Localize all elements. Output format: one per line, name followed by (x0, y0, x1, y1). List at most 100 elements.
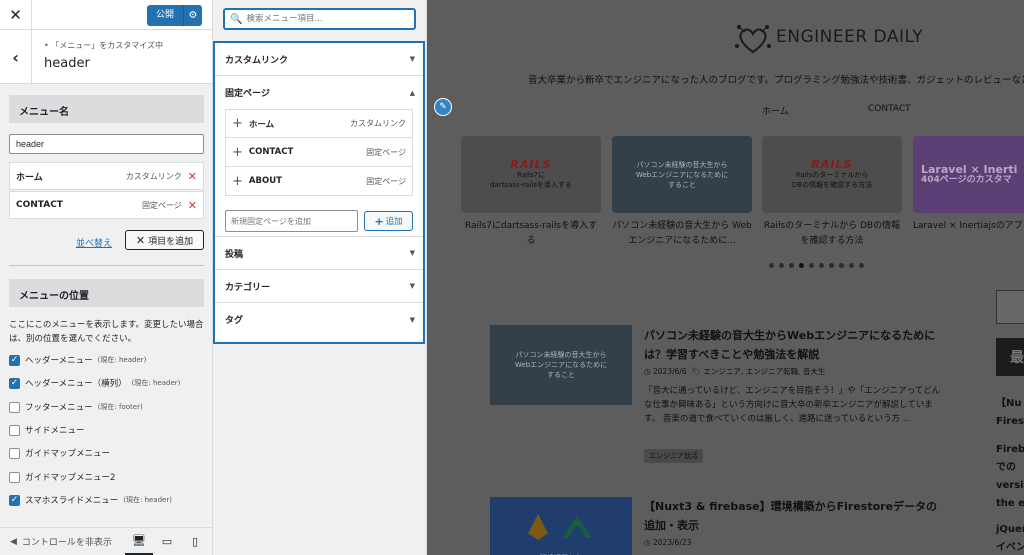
tag-icon: 🏷 (691, 367, 701, 376)
publish-label[interactable]: 公開 (147, 5, 184, 26)
checkbox[interactable] (9, 401, 20, 413)
sidebar-text[interactable]: 【Nu (996, 394, 1022, 413)
accordion-tags[interactable]: タグ ▼ (215, 303, 423, 336)
card-caption[interactable]: Railsのターミナルから DBの情報を確認する方法 (762, 219, 902, 249)
page-item-about[interactable]: + ABOUT 固定ページ (225, 167, 413, 196)
carousel-card[interactable]: Laravel × Inerti 404ページのカスタマ Laravel × I… (913, 136, 1024, 234)
chevron-down-icon: ▼ (409, 55, 415, 63)
add-item-button[interactable]: ✕ 項目を追加 (125, 230, 204, 250)
search-icon: 🔍 (230, 13, 243, 25)
carousel-dot[interactable] (839, 263, 844, 268)
search-input[interactable] (246, 14, 412, 24)
thumb-text: 404ページのカスタマ (921, 174, 1012, 185)
carousel-card[interactable]: パソコン未経験の音大生から Webエンジニアになるために すること パソコン未経… (612, 136, 752, 249)
desktop-preview-button[interactable]: 🖥 (125, 528, 153, 555)
location-guide-map-menu-2[interactable]: ガイドマップメニュー2 (9, 471, 115, 483)
carousel-card[interactable]: RAILS Rails7に dartsass-railsを導入する Rails7… (461, 136, 601, 249)
post-thumbnail[interactable]: パソコン未経験の音大生から Webエンジニアになるために すること (490, 325, 632, 405)
thumb-text: パソコン未経験の音大生から Webエンジニアになるために すること (635, 160, 729, 189)
chevron-down-icon: ▼ (409, 315, 415, 324)
carousel-dot[interactable] (859, 263, 864, 268)
location-description: ここにこのメニューを表示します。変更したい場合は、別の位置を選んでください。 (9, 320, 204, 344)
checkbox-checked[interactable]: ✓ (9, 377, 20, 389)
location-header-menu[interactable]: ✓ ヘッダーメニュー (現在: header) (9, 354, 146, 366)
sidebar-text[interactable]: イベン (996, 538, 1024, 555)
sidebar-text[interactable]: the e (996, 494, 1024, 513)
card-caption[interactable]: Rails7にdartsass-railsを導入する (461, 219, 601, 249)
page-item-name: CONTACT (248, 147, 294, 157)
gear-icon[interactable]: ⚙ (184, 10, 202, 21)
chevron-left-icon[interactable]: ‹ (12, 48, 19, 67)
publish-button[interactable]: 公開 ⚙ (147, 5, 202, 26)
checkbox-checked[interactable]: ✓ (9, 494, 20, 506)
checkbox[interactable] (9, 424, 20, 436)
new-page-input[interactable] (225, 210, 359, 232)
carousel-dot-active[interactable] (799, 263, 804, 268)
carousel-dot[interactable] (789, 263, 794, 268)
remove-icon[interactable]: ✕ (188, 199, 197, 212)
site-title[interactable]: ENGINEER DAILY (776, 27, 923, 47)
tablet-icon: ▭ (161, 535, 173, 548)
location-label: スマホスライドメニュー (25, 496, 119, 506)
nav-link-home[interactable]: ホーム (762, 104, 789, 117)
page-item-name: ABOUT (248, 176, 282, 186)
location-current: (現在: header) (97, 356, 147, 364)
location-guide-map-menu[interactable]: ガイドマップメニュー (9, 447, 110, 459)
search-box[interactable]: 🔍 (223, 8, 416, 30)
menu-item-home[interactable]: ホーム カスタムリンク ✕ (9, 162, 204, 190)
page-item-contact[interactable]: + CONTACT 固定ページ (225, 138, 413, 167)
accordion-pages[interactable]: 固定ページ ▲ (215, 76, 423, 109)
collapse-label: コントロールを非表示 (21, 538, 112, 548)
carousel-dot[interactable] (819, 263, 824, 268)
post-title[interactable]: 【Nuxt3 & firebase】環境構築からFirestoreデータの追加・… (644, 497, 946, 535)
page-item-home[interactable]: + ホーム カスタムリンク (225, 109, 413, 138)
thumb-text: Rails7に dartsass-railsを導入する (490, 170, 572, 189)
sidebar-text[interactable]: での (996, 458, 1016, 477)
mobile-preview-button[interactable]: ▯ (181, 528, 209, 555)
accordion-custom-link[interactable]: カスタムリンク ▼ (215, 43, 423, 76)
checkbox[interactable] (9, 471, 20, 483)
edit-shortcut-pencil-icon[interactable]: ✎ (434, 98, 452, 116)
reorder-link[interactable]: 並べ替え (76, 236, 112, 249)
remove-icon[interactable]: ✕ (188, 170, 197, 183)
sidebar-text[interactable]: versi (996, 476, 1024, 495)
tablet-preview-button[interactable]: ▭ (153, 528, 181, 555)
location-label: フッターメニュー (25, 403, 93, 413)
nav-link-contact[interactable]: CONTACT (868, 104, 911, 114)
back-button[interactable]: ‹ (0, 30, 32, 84)
carousel-dot[interactable] (779, 263, 784, 268)
carousel-dot[interactable] (849, 263, 854, 268)
breadcrumb-text: 「メニュー」をカスタマイズ中 (51, 41, 164, 50)
location-smartphone-slide-menu[interactable]: ✓ スマホスライドメニュー (現在: header) (9, 494, 172, 506)
add-page-button[interactable]: + 追加 (364, 211, 413, 231)
customizer-topbar: ✕ 公開 ⚙ (0, 0, 212, 30)
accordion-categories[interactable]: カテゴリー ▼ (215, 270, 423, 303)
location-header-menu-row[interactable]: ✓ ヘッダーメニュー（横列） (現在: header) (9, 377, 180, 389)
card-caption[interactable]: Laravel × Inertiajsのアプ ーショ... (913, 219, 1024, 234)
carousel-dot[interactable] (769, 263, 774, 268)
post-tag[interactable]: エンジニア就活 (644, 449, 703, 463)
menu-name-input[interactable] (9, 134, 204, 154)
checkbox-checked[interactable]: ✓ (9, 354, 20, 366)
post-meta: ◷ 2023/6/23 (644, 538, 691, 547)
close-customizer-button[interactable]: ✕ (0, 0, 32, 30)
clock-icon: ◷ (644, 538, 651, 547)
section-title: header (44, 56, 90, 71)
checkbox[interactable] (9, 447, 20, 459)
card-caption[interactable]: パソコン未経験の音大生から Webエンジニアになるために... (612, 219, 752, 249)
sidebar-text[interactable]: Fires (996, 412, 1024, 431)
location-footer-menu[interactable]: フッターメニュー (現在: footer) (9, 401, 143, 413)
collapse-controls-button[interactable]: ◀ コントロールを非表示 (0, 535, 125, 549)
section-header: ‹ • 「メニュー」をカスタマイズ中 header (0, 30, 212, 84)
carousel-dot[interactable] (809, 263, 814, 268)
sidebar-text[interactable]: Fireb (996, 440, 1024, 459)
carousel-card[interactable]: RAILS Railsのターミナルから DBの情報を確認する方法 Railsのタ… (762, 136, 902, 249)
post-thumbnail[interactable]: 環境構築から (490, 497, 632, 555)
sidebar-text[interactable]: jQuer (996, 520, 1024, 539)
sidebar-search-box[interactable] (996, 290, 1024, 324)
menu-item-contact[interactable]: CONTACT 固定ページ ✕ (9, 191, 204, 219)
location-side-menu[interactable]: サイドメニュー (9, 424, 85, 436)
accordion-posts[interactable]: 投稿 ▼ (215, 237, 423, 270)
carousel-dot[interactable] (829, 263, 834, 268)
post-title[interactable]: パソコン未経験の音大生からWebエンジニアになるためには？学習すべきことや勉強法… (644, 326, 946, 364)
